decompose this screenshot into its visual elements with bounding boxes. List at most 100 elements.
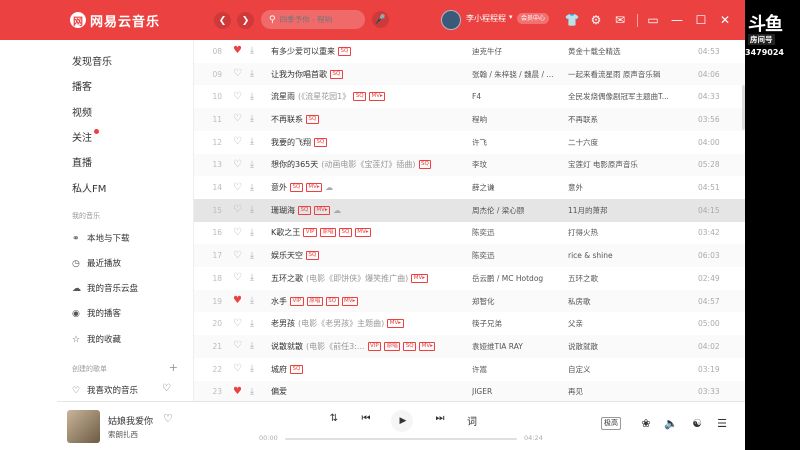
quality-tag[interactable]: MV▸ bbox=[411, 273, 428, 283]
song-title[interactable]: 水手 bbox=[271, 296, 287, 307]
add-playlist-icon[interactable]: + bbox=[169, 361, 178, 374]
maximize-icon[interactable]: ☐ bbox=[693, 12, 709, 28]
album-cell[interactable]: 11月的萧邦 bbox=[568, 205, 678, 216]
heart-icon[interactable]: ♡ bbox=[233, 318, 242, 329]
sidebar-item-live[interactable]: 直播 bbox=[72, 154, 92, 169]
album-cell[interactable]: 一起来看流星雨 原声音乐辑 bbox=[568, 69, 678, 80]
song-title[interactable]: 偏爱 bbox=[271, 386, 287, 397]
artist-cell[interactable]: JIGER bbox=[472, 387, 562, 396]
download-icon[interactable]: ⤓ bbox=[250, 92, 254, 102]
playlist-icon[interactable]: ☰ bbox=[714, 417, 730, 430]
back-icon[interactable]: ❮ bbox=[214, 12, 231, 29]
heart-icon[interactable]: ♡ bbox=[233, 364, 242, 374]
now-playing-artist[interactable]: 索朗扎西 bbox=[108, 429, 138, 440]
table-row[interactable]: 14 ♡ ⤓ 意外 SQ MV▸ ☁ 薛之谦 意外 04:51 bbox=[194, 176, 745, 199]
table-row[interactable]: 19 ♥ ⤓ 水手 VIP 原唱 SQ MV▸ 郑智化 私房歌 04:57 bbox=[194, 289, 745, 313]
artist-cell[interactable]: 岳云鹏 / MC Hotdog bbox=[472, 273, 562, 284]
settings-icon[interactable]: ⚙ bbox=[588, 12, 604, 28]
album-cell[interactable]: 二十六度 bbox=[568, 137, 678, 148]
chevron-down-icon[interactable]: ▾ bbox=[509, 13, 513, 21]
now-playing-title[interactable]: 姑娘我爱你 bbox=[108, 414, 153, 427]
username[interactable]: 李小程程程 bbox=[466, 13, 506, 24]
artist-cell[interactable]: 许嵩 bbox=[472, 364, 562, 375]
close-icon[interactable]: ✕ bbox=[717, 12, 733, 28]
mail-icon[interactable]: ✉ bbox=[612, 12, 628, 28]
song-title[interactable]: 珊瑚海 bbox=[271, 205, 295, 216]
download-icon[interactable]: ⤓ bbox=[250, 251, 254, 261]
song-title[interactable]: 不再联系 bbox=[271, 114, 303, 125]
table-row[interactable]: 12 ♡ ⤓ 我要的飞翔 SQ 许飞 二十六度 04:00 bbox=[194, 131, 745, 154]
download-icon[interactable]: ⤓ bbox=[250, 183, 254, 193]
song-title-cell[interactable]: K歌之王 VIP 原唱 SQ MV▸ bbox=[271, 227, 461, 238]
table-row[interactable]: 08 ♥ ⤓ 有多少爱可以重来 SQ 迪克牛仔 黄金十载全精选 04:53 bbox=[194, 40, 745, 63]
forward-icon[interactable]: ❯ bbox=[237, 12, 254, 29]
album-cell[interactable]: rice & shine bbox=[568, 251, 678, 260]
song-title-cell[interactable]: 偏爱 bbox=[271, 386, 461, 397]
previous-icon[interactable]: ⏮ bbox=[358, 413, 374, 424]
song-title[interactable]: 老男孩 bbox=[271, 318, 295, 329]
table-row[interactable]: 22 ♡ ⤓ 城府 SQ 许嵩 自定义 03:19 bbox=[194, 358, 745, 381]
song-title[interactable]: K歌之王 bbox=[271, 227, 300, 238]
album-cell[interactable]: 全民发烧偶像剧冠军主题曲T... bbox=[568, 91, 678, 102]
song-title-cell[interactable]: 让我为你唱首歌 SQ bbox=[271, 69, 461, 80]
song-title-cell[interactable]: 水手 VIP 原唱 SQ MV▸ bbox=[271, 296, 461, 307]
heart-icon[interactable]: ♡ bbox=[233, 159, 242, 170]
song-title-cell[interactable]: 城府 SQ bbox=[271, 364, 461, 375]
song-title[interactable]: 五环之歌 bbox=[271, 273, 303, 284]
artist-cell[interactable]: F4 bbox=[472, 92, 562, 101]
download-icon[interactable]: ⤓ bbox=[250, 46, 254, 56]
song-title[interactable]: 娱乐天空 bbox=[271, 250, 303, 261]
quality-tag[interactable]: MV▸ bbox=[305, 183, 323, 193]
heart-icon[interactable]: ♥ bbox=[233, 46, 242, 56]
table-row[interactable]: 20 ♡ ⤓ 老男孩 (电影《老男孩》主题曲) MV▸ 筷子兄弟 父亲 05:00 bbox=[194, 312, 745, 335]
quality-tag[interactable]: MV▸ bbox=[354, 228, 372, 238]
download-icon[interactable]: ⤓ bbox=[250, 69, 254, 79]
album-cell[interactable]: 意外 bbox=[568, 182, 678, 193]
progress-bar[interactable] bbox=[285, 438, 517, 440]
song-title-cell[interactable]: 流星雨 (《流星花园1》 SQ MV▸ bbox=[271, 91, 461, 102]
song-title-cell[interactable]: 娱乐天空 SQ bbox=[271, 250, 461, 261]
download-icon[interactable]: ⤓ bbox=[250, 160, 254, 170]
sidebar-item-liked-music[interactable]: ♡ 我喜欢的音乐 bbox=[72, 384, 138, 396]
song-title[interactable]: 流星雨 bbox=[271, 91, 295, 102]
song-title-cell[interactable]: 不再联系 SQ bbox=[271, 114, 461, 125]
download-icon[interactable]: ⤓ bbox=[250, 296, 254, 306]
quality-tag[interactable]: MV▸ bbox=[369, 92, 386, 102]
table-row[interactable]: 18 ♡ ⤓ 五环之歌 (电影《即饼侠》爆笑推广曲) MV▸ 岳云鹏 / MC Hotdog… bbox=[194, 267, 745, 290]
download-icon[interactable]: ⤓ bbox=[250, 228, 254, 238]
artist-cell[interactable]: 薛之谦 bbox=[472, 182, 562, 193]
table-row[interactable]: 16 ♡ ⤓ K歌之王 VIP 原唱 SQ MV▸ 陈奕迅 打得火热 03:42 bbox=[194, 222, 745, 245]
sidebar-item-my-podcast[interactable]: ◉ 我的播客 bbox=[72, 307, 121, 319]
heart-icon[interactable]: ♡ bbox=[233, 69, 242, 79]
artist-cell[interactable]: 陈奕迅 bbox=[472, 227, 562, 238]
table-row[interactable]: 17 ♡ ⤓ 娱乐天空 SQ 陈奕迅 rice & shine 06:03 bbox=[194, 244, 745, 267]
heart-icon[interactable]: ♡ bbox=[233, 250, 242, 261]
avatar[interactable] bbox=[441, 10, 461, 30]
album-cell[interactable]: 说散就散 bbox=[568, 341, 678, 352]
table-row[interactable]: 15 ♡ ⤓ 珊瑚海 SQ MV▸ ☁ 周杰伦 / 梁心颐 11月的萧邦 04:15 bbox=[194, 198, 745, 222]
search-input[interactable] bbox=[279, 15, 360, 24]
download-icon[interactable]: ⤓ bbox=[250, 319, 254, 329]
scrollbar[interactable] bbox=[742, 85, 745, 130]
heart-icon[interactable]: ♥ bbox=[233, 386, 242, 397]
album-cell[interactable]: 不再联系 bbox=[568, 114, 678, 125]
album-cell[interactable]: 私房歌 bbox=[568, 296, 678, 307]
sidebar-item-video[interactable]: 视频 bbox=[72, 104, 92, 119]
quality-tag[interactable]: MV▸ bbox=[419, 341, 436, 351]
quality-tag[interactable]: MV▸ bbox=[341, 296, 358, 306]
download-icon[interactable]: ⤓ bbox=[250, 387, 254, 397]
sidebar-item-fm[interactable]: 私人FM bbox=[72, 180, 106, 195]
album-cell[interactable]: 自定义 bbox=[568, 364, 678, 375]
table-row[interactable]: 13 ♡ ⤓ 想你的365天 (动画电影《宝莲灯》插曲) SQ 李玟 宝莲灯 电影原声音乐 05… bbox=[194, 153, 745, 177]
heartbeat-mode-icon[interactable]: ♡ bbox=[162, 383, 171, 394]
app-logo[interactable]: 网 网易云音乐 bbox=[70, 11, 160, 30]
artist-cell[interactable]: 筷子兄弟 bbox=[472, 318, 562, 329]
artist-cell[interactable]: 周杰伦 / 梁心颐 bbox=[472, 205, 562, 216]
minimize-icon[interactable]: — bbox=[669, 12, 685, 28]
heart-icon[interactable]: ♥ bbox=[233, 296, 242, 306]
song-title[interactable]: 想你的365天 bbox=[271, 159, 318, 170]
listen-together-icon[interactable]: ☯ bbox=[689, 417, 705, 430]
album-cell[interactable]: 打得火热 bbox=[568, 227, 678, 238]
song-title[interactable]: 说散就散 bbox=[271, 341, 303, 352]
album-cover[interactable] bbox=[67, 410, 100, 443]
